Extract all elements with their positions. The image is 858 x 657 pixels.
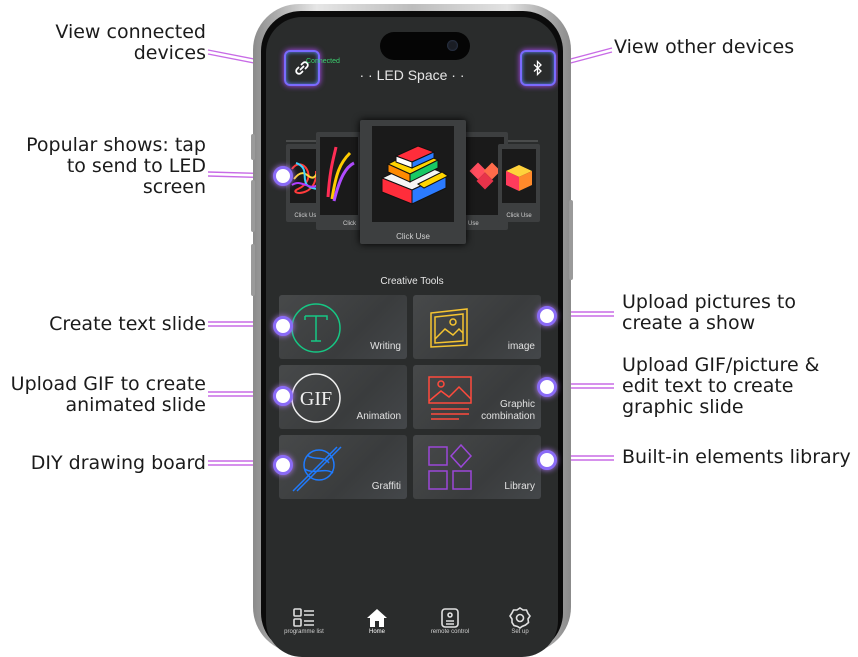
svg-text:GIF: GIF — [300, 388, 332, 410]
bottom-tab-bar: programme list Home remote control Set u… — [266, 607, 558, 647]
home-icon — [367, 609, 387, 627]
callout-drawing: DIY drawing board — [30, 452, 206, 474]
graffiti-tile[interactable]: Graffiti — [279, 435, 407, 499]
callout-pictures: Upload pictures to create a show — [622, 291, 796, 334]
show-caption: Click Use — [506, 213, 532, 219]
callout-connected-devices: View connected devices — [55, 21, 206, 64]
list-icon — [293, 608, 314, 627]
show-thumbnail — [372, 126, 454, 222]
app-title: · · LED Space · · — [359, 67, 465, 83]
volume-up-button — [251, 180, 255, 232]
callout-dot-popular-shows — [273, 166, 293, 186]
library-shapes-icon — [428, 443, 473, 490]
writing-label: Writing — [370, 341, 401, 352]
graffiti-label: Graffiti — [371, 481, 401, 492]
callout-popular-shows: Popular shows: tap to send to LED screen — [26, 134, 206, 198]
power-button — [569, 200, 573, 280]
tab-programme-list[interactable]: programme list — [274, 607, 334, 635]
camera-icon — [447, 40, 458, 51]
picture-icon — [430, 308, 468, 348]
library-label: Library — [504, 481, 535, 492]
callout-gif-picture-text: Upload GIF/picture & edit text to create… — [622, 354, 820, 418]
app-screen: Connected · · LED Space · · Click Use Cl… — [266, 17, 558, 657]
show-thumbnail — [320, 137, 358, 215]
callout-gif-slide: Upload GIF to create animated slide — [10, 373, 206, 416]
tab-label: remote control — [430, 629, 470, 635]
callout-dot-library — [537, 450, 557, 470]
dynamic-island — [380, 32, 470, 60]
creative-tools-title: Creative Tools — [380, 276, 444, 287]
callout-dot-image — [537, 306, 557, 326]
phone-frame: Connected · · LED Space · · Click Use Cl… — [251, 4, 573, 657]
library-tile[interactable]: Library — [413, 435, 541, 499]
connection-status: Connected — [306, 58, 340, 65]
animation-label: Animation — [356, 411, 401, 422]
graffiti-icon — [292, 446, 342, 492]
callout-dot-graffiti — [273, 455, 293, 475]
volume-down-button — [251, 244, 255, 296]
writing-tile[interactable]: Writing — [279, 295, 407, 359]
bluetooth-icon — [533, 60, 542, 76]
text-t-icon — [291, 303, 341, 353]
tab-remote-control[interactable]: remote control — [420, 607, 480, 635]
tab-home[interactable]: Home — [347, 607, 407, 635]
side-button — [251, 134, 255, 160]
gif-icon: GIF — [291, 373, 341, 423]
show-card-featured[interactable]: Click Use — [360, 120, 466, 244]
bluetooth-button[interactable] — [520, 50, 556, 86]
image-tile[interactable]: image — [413, 295, 541, 359]
callout-dot-graphic — [537, 377, 557, 397]
image-label: image — [507, 341, 535, 352]
settings-icon — [509, 607, 531, 629]
show-caption: Click — [343, 221, 356, 227]
callout-elements-library: Built-in elements library — [622, 446, 851, 468]
tab-label: Home — [368, 629, 385, 635]
show-card[interactable]: Click — [316, 132, 362, 230]
callout-dot-animation — [273, 386, 293, 406]
graphic-combination-label: Graphic combination — [481, 399, 535, 422]
animation-tile[interactable]: GIF Animation — [279, 365, 407, 429]
tab-set-up[interactable]: Set up — [490, 607, 550, 635]
show-card[interactable]: Click Use — [498, 144, 540, 222]
graphic-combination-tile[interactable]: Graphic combination — [413, 365, 541, 429]
popular-shows-carousel[interactable]: Click Use Click Use Click Use Click Use — [266, 120, 558, 257]
show-caption: Click Use — [396, 232, 430, 241]
show-thumbnail — [502, 149, 536, 203]
callout-text-slide: Create text slide — [49, 313, 206, 335]
tab-label: programme list — [284, 629, 324, 635]
callout-other-devices: View other devices — [614, 36, 795, 58]
remote-icon — [441, 608, 459, 628]
callout-dot-writing — [273, 316, 293, 336]
tab-label: Set up — [511, 629, 529, 635]
